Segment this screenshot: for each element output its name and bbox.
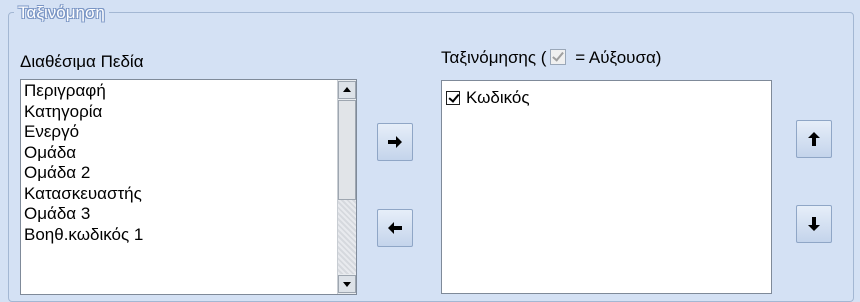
list-item[interactable]: Κατηγορία (21, 102, 338, 123)
scroll-thumb[interactable] (338, 100, 356, 200)
sort-fields-label: Ταξινόμησης ( = Αύξουσα) (441, 48, 661, 68)
arrow-left-icon (388, 222, 402, 234)
move-down-button[interactable] (796, 205, 832, 243)
list-item[interactable]: Ομάδα 3 (21, 204, 338, 225)
sort-list-item[interactable]: Κωδικός (446, 88, 530, 108)
list-item[interactable]: Περιγραφή (21, 81, 338, 102)
list-item[interactable]: Κατασκευαστής (21, 184, 338, 205)
scroll-down-button[interactable] (338, 275, 356, 293)
list-item[interactable]: Βοηθ.κωδικός 1 (21, 225, 338, 246)
list-item[interactable]: Ομάδα (21, 143, 338, 164)
move-left-button[interactable] (377, 209, 413, 247)
sort-label-suffix: = Αύξουσα) (570, 48, 662, 67)
sort-fields-list[interactable]: Κωδικός (441, 80, 772, 294)
list-item[interactable]: Ενεργό (21, 122, 338, 143)
scroll-up-button[interactable] (338, 81, 356, 99)
sort-item-label: Κωδικός (466, 88, 530, 107)
arrow-right-icon (388, 136, 402, 148)
checkbox-hint-icon (550, 49, 567, 65)
sort-label-prefix: Ταξινόμησης ( (441, 48, 547, 67)
move-right-button[interactable] (377, 123, 413, 161)
arrow-down-icon (808, 217, 820, 231)
arrow-up-icon (808, 132, 820, 146)
ascending-checkbox[interactable] (446, 91, 460, 105)
list-item[interactable]: Ομάδα 2 (21, 163, 338, 184)
available-fields-label: Διαθέσιμα Πεδία (20, 52, 144, 71)
move-up-button[interactable] (796, 120, 832, 158)
vertical-scrollbar[interactable] (337, 80, 356, 294)
groupbox-title: Ταξινόμηση (14, 3, 109, 23)
available-fields-list[interactable]: Περιγραφή Κατηγορία Ενεργό Ομάδα Ομάδα 2… (20, 79, 357, 295)
